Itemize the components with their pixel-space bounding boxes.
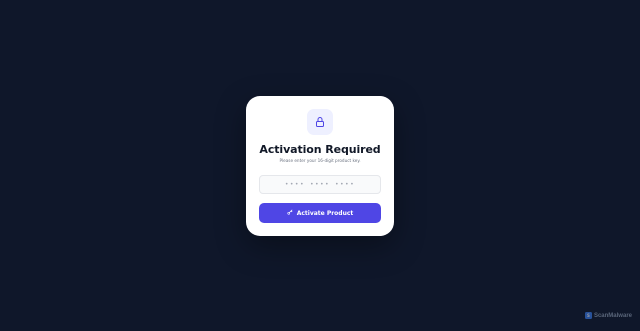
dialog-subtitle: Please enter your 16-digit product key. <box>279 158 361 163</box>
dialog-title: Activation Required <box>259 143 381 156</box>
watermark-text: ScanMalware <box>593 312 632 319</box>
activate-product-button[interactable]: Activate Product <box>259 203 381 223</box>
product-key-input[interactable] <box>259 175 381 194</box>
scanmalware-watermark: S ScanMalware <box>584 312 632 319</box>
key-icon <box>287 209 293 217</box>
lock-icon-container <box>307 109 333 135</box>
activate-button-label: Activate Product <box>296 209 354 217</box>
activation-dialog: Activation Required Please enter your 16… <box>246 96 394 236</box>
scanmalware-logo-icon: S <box>584 312 592 319</box>
lock-icon <box>314 113 326 132</box>
